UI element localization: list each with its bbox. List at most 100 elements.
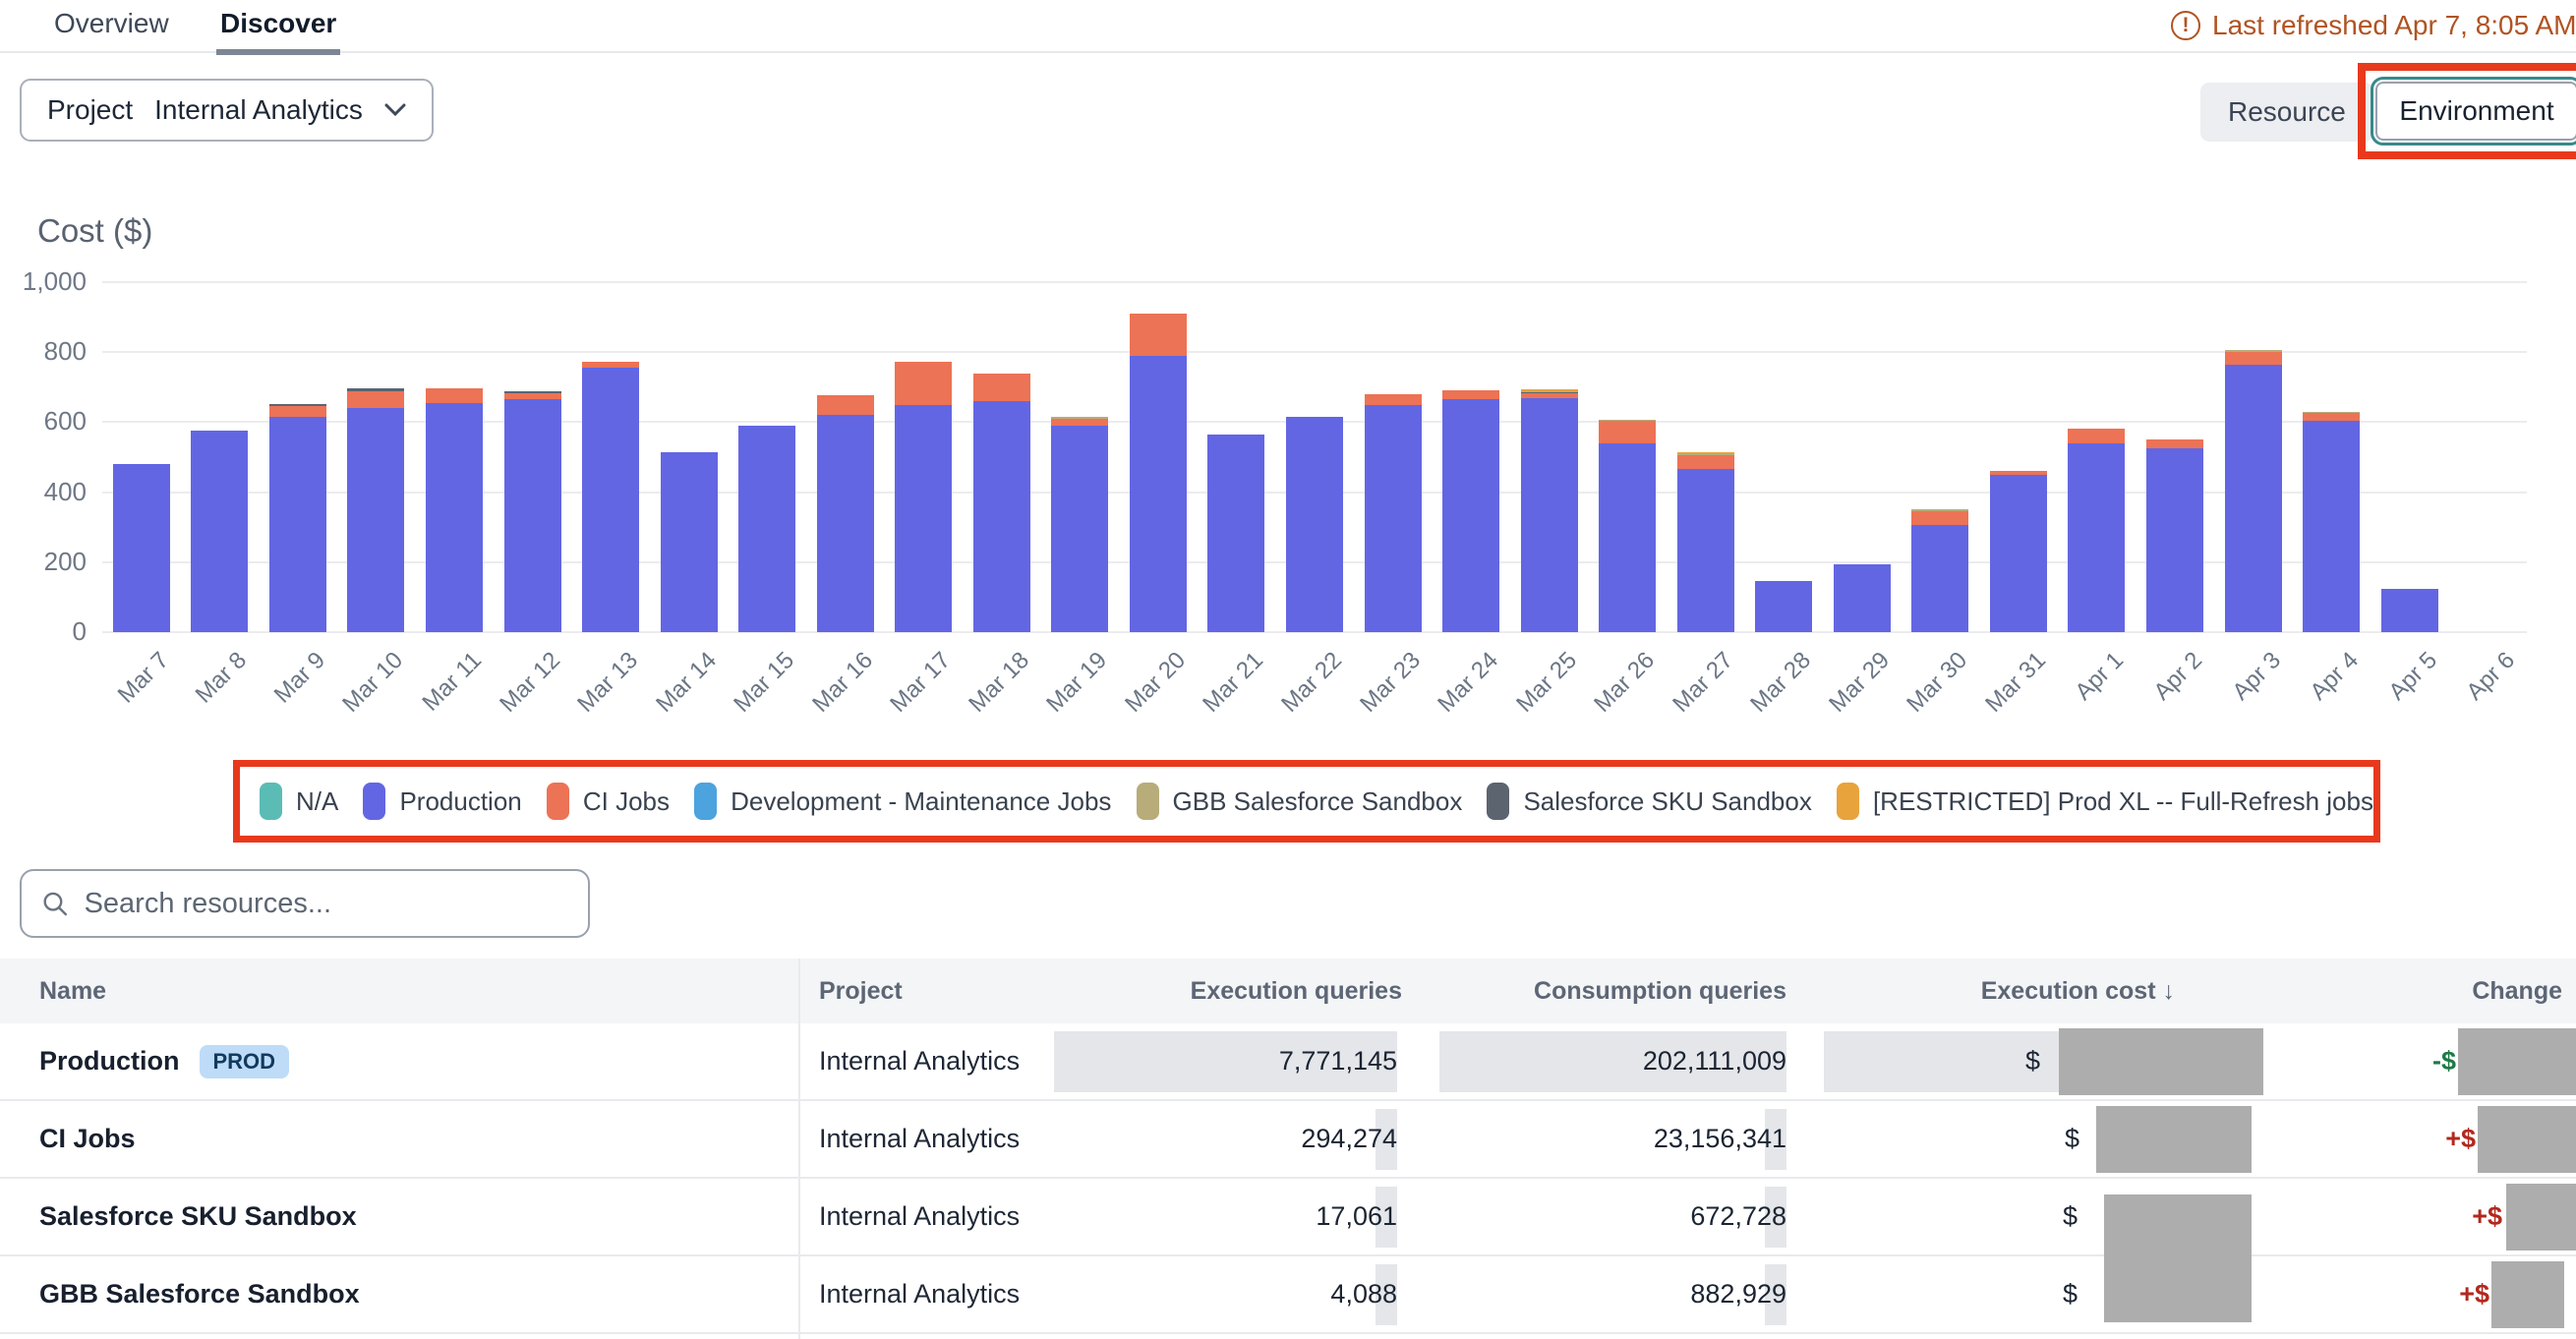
bar-segment-ci-jobs[interactable] [895, 362, 952, 404]
bar-segment-production[interactable] [1755, 581, 1812, 632]
bar-segment-production[interactable] [582, 368, 639, 632]
bar-segment-production[interactable] [1599, 443, 1656, 632]
bar-mar-14[interactable] [650, 452, 729, 632]
bar-segment-production[interactable] [2303, 421, 2360, 632]
bar-segment-ci-jobs[interactable] [2303, 413, 2360, 421]
project-filter-dropdown[interactable]: Project Internal Analytics [20, 79, 434, 142]
search-input[interactable] [85, 888, 568, 920]
bar-apr-3[interactable] [2214, 350, 2293, 632]
legend-item-production[interactable]: Production [363, 783, 521, 820]
tab-overview[interactable]: Overview [54, 8, 169, 53]
bar-segment-ci-jobs[interactable] [1911, 511, 1968, 525]
tab-discover[interactable]: Discover [220, 8, 336, 53]
bar-segment-production[interactable] [1677, 469, 1734, 632]
col-header-project[interactable]: Project [819, 959, 903, 1023]
bar-mar-16[interactable] [806, 395, 885, 632]
bar-apr-1[interactable] [2058, 429, 2137, 632]
table-row-production[interactable]: ProductionPRODInternal Analytics7,771,14… [0, 1023, 2576, 1101]
bar-segment-production[interactable] [2068, 443, 2125, 632]
bar-segment-ci-jobs[interactable] [2225, 352, 2282, 365]
bar-mar-22[interactable] [1275, 417, 1354, 632]
bar-segment-production[interactable] [1521, 398, 1578, 632]
legend-item-gbb-salesforce-sandbox[interactable]: GBB Salesforce Sandbox [1137, 783, 1463, 820]
bar-segment-production[interactable] [1442, 399, 1499, 632]
legend-item-salesforce-sku-sandbox[interactable]: Salesforce SKU Sandbox [1487, 783, 1811, 820]
bar-mar-11[interactable] [415, 388, 494, 632]
bar-mar-8[interactable] [181, 431, 260, 632]
bar-segment-production[interactable] [1365, 405, 1422, 632]
legend-item-ci-jobs[interactable]: CI Jobs [547, 783, 670, 820]
bar-segment-ci-jobs[interactable] [1051, 419, 1108, 426]
bar-mar-24[interactable] [1432, 390, 1510, 632]
bar-apr-5[interactable] [2371, 589, 2449, 633]
bar-mar-7[interactable] [102, 464, 181, 632]
bar-segment-production[interactable] [1130, 356, 1187, 632]
bar-mar-27[interactable] [1667, 452, 1745, 632]
bar-segment-ci-jobs[interactable] [2068, 429, 2125, 443]
bar-segment-ci-jobs[interactable] [1599, 421, 1656, 442]
bar-mar-26[interactable] [1588, 420, 1667, 632]
bar-segment-production[interactable] [426, 403, 483, 632]
bar-apr-2[interactable] [2136, 439, 2214, 632]
resource-name[interactable]: ProductionPROD [39, 1023, 289, 1099]
resource-name[interactable]: GBB Salesforce Sandbox [39, 1256, 360, 1332]
bar-mar-12[interactable] [494, 391, 572, 632]
bar-segment-ci-jobs[interactable] [426, 388, 483, 403]
bar-segment-production[interactable] [1990, 475, 2047, 632]
bar-segment-production[interactable] [738, 426, 795, 632]
table-row-ci-jobs[interactable]: CI JobsInternal Analytics294,27423,156,3… [0, 1101, 2576, 1179]
bar-segment-ci-jobs[interactable] [1677, 455, 1734, 470]
bar-mar-25[interactable] [1510, 389, 1589, 632]
bar-mar-20[interactable] [1119, 314, 1198, 632]
resource-toggle-button[interactable]: Resource [2200, 83, 2373, 142]
bar-segment-production[interactable] [113, 464, 170, 632]
bar-segment-ci-jobs[interactable] [269, 406, 326, 417]
search-box[interactable] [20, 869, 590, 938]
col-header-name[interactable]: Name [39, 959, 106, 1023]
bar-segment-production[interactable] [1207, 435, 1264, 632]
bar-mar-29[interactable] [1823, 564, 1902, 632]
bar-segment-ci-jobs[interactable] [1130, 314, 1187, 356]
bar-segment-production[interactable] [347, 408, 404, 632]
resource-name[interactable]: CI Jobs [39, 1101, 136, 1177]
legend-item-n-a[interactable]: N/A [260, 783, 338, 820]
bar-mar-10[interactable] [337, 388, 416, 632]
col-header-execution-cost[interactable]: Execution cost ↓ [1981, 959, 2175, 1023]
bar-segment-production[interactable] [269, 417, 326, 632]
bar-mar-28[interactable] [1745, 581, 1824, 632]
bar-segment-ci-jobs[interactable] [347, 391, 404, 408]
bar-mar-23[interactable] [1354, 394, 1433, 632]
bar-segment-production[interactable] [191, 431, 248, 632]
bar-segment-ci-jobs[interactable] [2146, 439, 2203, 448]
bar-segment-production[interactable] [1834, 564, 1891, 632]
bar-mar-9[interactable] [259, 404, 337, 632]
bar-segment-production[interactable] [1286, 417, 1343, 632]
bar-segment-production[interactable] [1911, 525, 1968, 632]
col-header-change[interactable]: Change [2472, 959, 2562, 1023]
legend-item--restricted-prod-xl-full-refresh-jobs[interactable]: [RESTRICTED] Prod XL -- Full-Refresh job… [1837, 783, 2373, 820]
bar-segment-production[interactable] [2381, 589, 2438, 633]
bar-segment-production[interactable] [817, 415, 874, 632]
bar-segment-ci-jobs[interactable] [1365, 394, 1422, 405]
bar-segment-ci-jobs[interactable] [1442, 390, 1499, 399]
bar-mar-18[interactable] [963, 374, 1041, 632]
bar-mar-19[interactable] [1041, 417, 1120, 632]
col-header-execution-queries[interactable]: Execution queries [1191, 959, 1402, 1023]
bar-segment-production[interactable] [1051, 426, 1108, 632]
resource-name[interactable]: Salesforce SKU Sandbox [39, 1179, 357, 1254]
bar-mar-13[interactable] [571, 362, 650, 632]
bar-segment-production[interactable] [2225, 365, 2282, 632]
bar-segment-production[interactable] [661, 452, 718, 632]
environment-toggle-button[interactable]: Environment [2375, 82, 2576, 141]
bar-segment-production[interactable] [973, 401, 1030, 632]
bar-segment-production[interactable] [504, 399, 561, 632]
bar-segment-ci-jobs[interactable] [817, 395, 874, 416]
bar-segment-production[interactable] [2146, 448, 2203, 632]
col-header-consumption-queries[interactable]: Consumption queries [1534, 959, 1786, 1023]
bar-segment-production[interactable] [895, 405, 952, 632]
bar-mar-17[interactable] [884, 362, 963, 632]
bar-segment-ci-jobs[interactable] [973, 374, 1030, 401]
bar-mar-15[interactable] [728, 426, 806, 632]
bar-mar-31[interactable] [1979, 471, 2058, 632]
bar-mar-21[interactable] [1198, 435, 1276, 632]
